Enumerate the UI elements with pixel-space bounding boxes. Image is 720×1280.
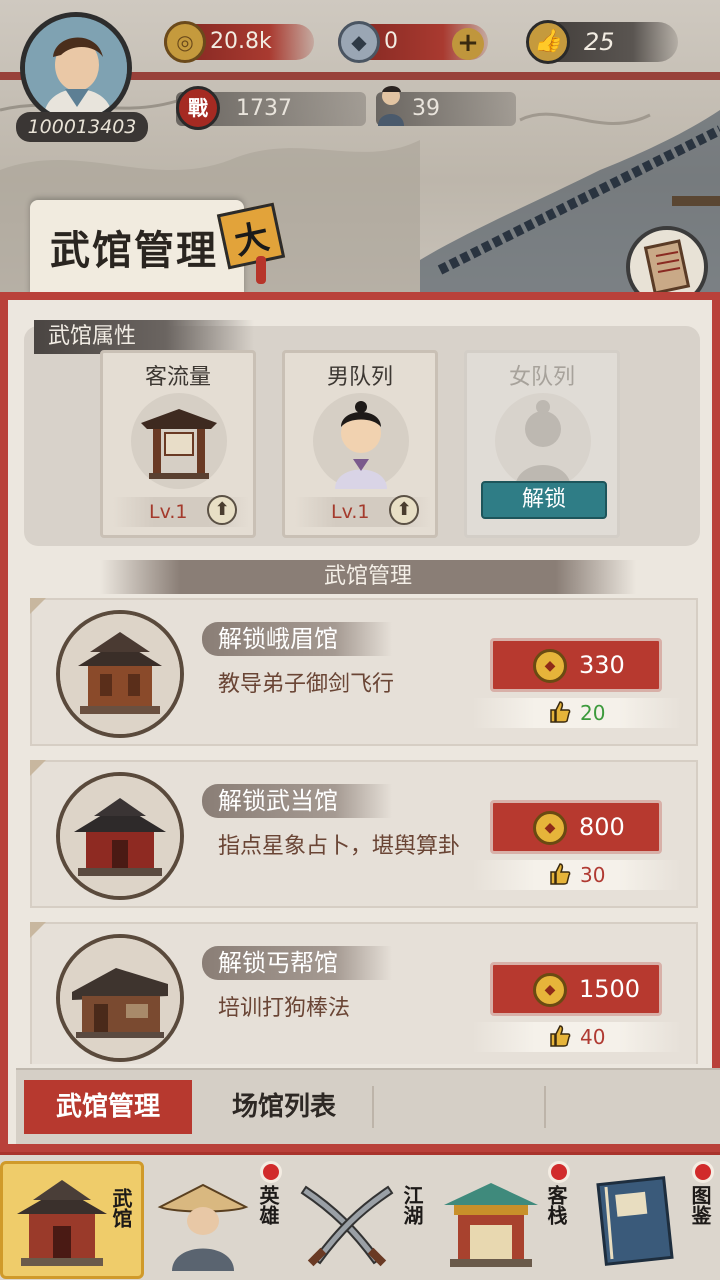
- likes-required: 30: [580, 863, 606, 887]
- unlock-button[interactable]: 解锁: [481, 481, 607, 519]
- male-disciple-icon: [313, 393, 409, 489]
- inn-icon: [444, 1183, 538, 1267]
- gate-icon: [131, 393, 227, 489]
- tab-gym-management[interactable]: 武馆管理: [24, 1080, 192, 1134]
- thumbs-up-icon: [550, 1025, 571, 1047]
- wudang-hall-icon: [56, 772, 184, 900]
- panel-title-tab: 武馆管理: [30, 200, 244, 296]
- close-button[interactable]: 大: [216, 202, 286, 270]
- sub-tab-bar: 武馆管理 场馆列表: [16, 1068, 720, 1144]
- notification-badge: [692, 1161, 714, 1183]
- likes-counter[interactable]: 👍 25: [526, 20, 678, 64]
- locked-silhouette-icon: [495, 393, 591, 489]
- nav-item-inn[interactable]: 客栈: [432, 1161, 576, 1279]
- buy-button[interactable]: ◆ 800: [490, 800, 662, 854]
- likes-value: 25: [584, 28, 615, 56]
- gym-attributes-label: 武馆属性: [34, 320, 254, 354]
- gym-management-panel: 武馆属性 客流量 Lv.1 ⬆ 男队列 Lv.1 ⬆ 女队列 解锁 武馆管理 解…: [0, 292, 720, 1152]
- gym-price: 1500: [579, 975, 641, 1003]
- hero-icon: [157, 1183, 249, 1271]
- gold-coin-icon: ◆: [533, 973, 567, 1007]
- notification-badge: [260, 1161, 282, 1183]
- attr-card-traffic[interactable]: 客流量 Lv.1 ⬆: [100, 350, 256, 538]
- disciple-count-stat: 39: [376, 86, 516, 126]
- gym-description: 培训打狗棒法: [218, 996, 351, 1021]
- nav-item-heroes[interactable]: 英雄: [144, 1161, 288, 1279]
- combat-power-stat: 戰 1737: [176, 86, 366, 130]
- likes-required: 20: [580, 701, 606, 725]
- tab-divider: [372, 1086, 374, 1128]
- list-item: 解锁丐帮馆 培训打狗棒法 ◆ 1500 40: [30, 922, 698, 1064]
- buy-button[interactable]: ◆ 1500: [490, 962, 662, 1016]
- list-item: 解锁武当馆 指点星象占卜，堪舆算卦 ◆ 800 30: [30, 760, 698, 908]
- gym-name: 解锁峨眉馆: [202, 622, 392, 656]
- nav-label: 客栈: [544, 1185, 568, 1225]
- ingot-value: 0: [384, 29, 398, 54]
- nav-label: 江湖: [400, 1185, 424, 1225]
- upgrade-arrow-icon[interactable]: ⬆: [207, 495, 237, 525]
- crossed-blades-icon: [300, 1185, 394, 1267]
- nav-label: 图鉴: [688, 1185, 712, 1225]
- gold-coin-icon: ◆: [533, 649, 567, 683]
- bottom-navigation: 武馆 英雄 江湖 客栈 图鉴: [0, 1152, 720, 1280]
- attr-card-title: 女队列: [508, 365, 575, 390]
- coin-counter[interactable]: ◎ 20.8k: [164, 21, 314, 63]
- notification-badge: [548, 1161, 570, 1183]
- gym-price: 330: [579, 651, 625, 679]
- thumbs-up-icon: [550, 701, 571, 723]
- add-ingot-button[interactable]: +: [452, 28, 484, 60]
- attr-card-male-queue[interactable]: 男队列 Lv.1 ⬆: [282, 350, 438, 538]
- thumbs-up-icon: [550, 863, 571, 885]
- gym-name: 解锁丐帮馆: [202, 946, 392, 980]
- likes-requirement: 40: [472, 1022, 682, 1052]
- power-value: 1737: [236, 96, 292, 121]
- attr-card-title: 男队列: [326, 365, 393, 390]
- emei-hall-icon: [56, 610, 184, 738]
- player-id: 100013403: [16, 112, 148, 142]
- people-value: 39: [412, 96, 440, 121]
- battle-icon: 戰: [176, 86, 220, 130]
- panel-body: 武馆属性 客流量 Lv.1 ⬆ 男队列 Lv.1 ⬆ 女队列 解锁 武馆管理 解…: [8, 300, 720, 1144]
- corner-decoration: [30, 760, 46, 776]
- attr-card-title: 客流量: [144, 365, 211, 390]
- gym-name: 解锁武当馆: [202, 784, 392, 818]
- panel-title: 武馆管理: [50, 227, 218, 274]
- player-avatar-button[interactable]: 100013403: [12, 8, 148, 142]
- gym-description: 教导弟子御剑飞行: [218, 672, 395, 697]
- gym-list[interactable]: 解锁峨眉馆 教导弟子御剑飞行 ◆ 330 20 解锁武当馆 指点星象占卜，堪舆算…: [24, 598, 704, 1064]
- likes-required: 40: [580, 1025, 606, 1049]
- nav-item-gym[interactable]: 武馆: [0, 1161, 144, 1279]
- tab-divider: [544, 1086, 546, 1128]
- tassel-decoration: [256, 256, 266, 284]
- nav-item-jianghu[interactable]: 江湖: [288, 1161, 432, 1279]
- nav-label: 英雄: [256, 1185, 280, 1225]
- codex-book-icon: [596, 1176, 674, 1266]
- likes-requirement: 20: [472, 698, 682, 728]
- likes-requirement: 30: [472, 860, 682, 890]
- gym-description: 指点星象占卜，堪舆算卦: [218, 834, 461, 859]
- upgrade-arrow-icon[interactable]: ⬆: [389, 495, 419, 525]
- silver-ingot-icon: ◆: [338, 21, 380, 63]
- beggar-sect-hall-icon: [56, 934, 184, 1062]
- section-title: 武馆管理: [100, 560, 636, 594]
- corner-decoration: [30, 598, 46, 614]
- gym-price: 800: [579, 813, 625, 841]
- copper-coin-icon: ◎: [164, 21, 206, 63]
- nav-label: 武馆: [109, 1188, 133, 1228]
- close-icon: 大: [230, 216, 273, 263]
- disciple-icon: [378, 86, 404, 126]
- nav-item-codex[interactable]: 图鉴: [576, 1161, 720, 1279]
- thumbs-up-icon: 👍: [526, 20, 570, 64]
- buy-button[interactable]: ◆ 330: [490, 638, 662, 692]
- gym-building-icon: [17, 1180, 107, 1266]
- gold-coin-icon: ◆: [533, 811, 567, 845]
- tab-venue-list[interactable]: 场馆列表: [200, 1080, 368, 1134]
- corner-decoration: [30, 922, 46, 938]
- list-item: 解锁峨眉馆 教导弟子御剑飞行 ◆ 330 20: [30, 598, 698, 746]
- coin-value: 20.8k: [210, 29, 272, 54]
- avatar: [20, 12, 132, 124]
- attr-card-female-queue: 女队列 解锁: [464, 350, 620, 538]
